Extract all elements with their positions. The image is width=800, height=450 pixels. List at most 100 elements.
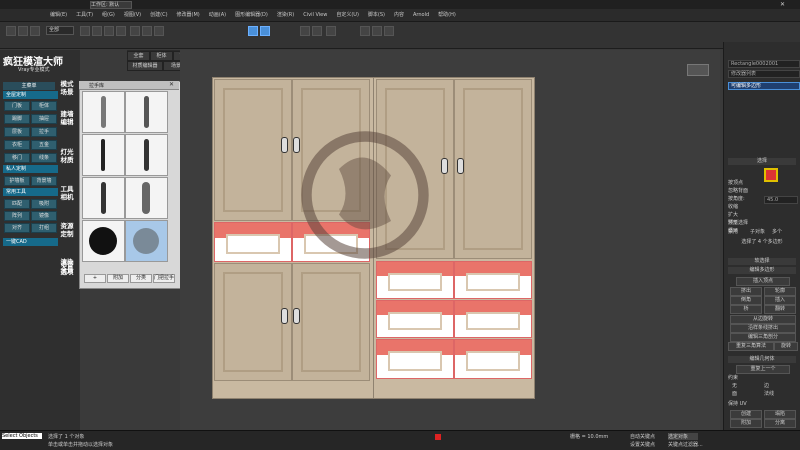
mirror-icon[interactable]	[300, 26, 310, 36]
library-close-icon[interactable]: ✕	[169, 81, 174, 88]
preserve-uv-checkbox[interactable]: 保持 UV	[728, 401, 796, 408]
common-tool-button[interactable]: 镜像	[31, 211, 57, 221]
library-footer-button[interactable]: 附加	[107, 274, 129, 283]
section-edit-geometry[interactable]: 编辑几何体	[728, 356, 796, 363]
render-icon[interactable]	[384, 26, 394, 36]
constraint-option[interactable]: 边	[764, 383, 794, 390]
full-custom-button[interactable]: 五金	[31, 140, 57, 150]
section-soft-select[interactable]: 软选择	[728, 258, 796, 265]
snap-toggle-icon[interactable]	[248, 26, 258, 36]
full-custom-button[interactable]: 拉手	[31, 127, 57, 137]
handle-thumb-4[interactable]	[125, 134, 168, 176]
select-option[interactable]: 扩大	[728, 212, 796, 219]
edit-triangulation-button[interactable]: 编辑三角剖分	[730, 333, 796, 342]
modifier-stack-item[interactable]: 可编辑多边形	[728, 82, 800, 90]
private-custom-button[interactable]: 背景墙	[31, 176, 57, 186]
common-tool-button[interactable]: 匹配	[4, 199, 30, 209]
left-lower-door-2[interactable]	[292, 263, 370, 381]
constraint-option[interactable]: 面	[732, 391, 762, 398]
knob-thumb-1[interactable]	[82, 220, 125, 262]
selection-filter[interactable]: 全部	[46, 26, 74, 35]
constraint-option[interactable]: 法线	[764, 391, 794, 398]
workspace-select[interactable]: 工作区: 默认	[90, 1, 132, 9]
drawer-selected[interactable]	[454, 261, 532, 299]
select-option[interactable]: 按顶点	[728, 180, 796, 187]
set-key-button[interactable]: 设置关键点	[630, 441, 655, 448]
common-tool-button[interactable]: 吸附	[31, 199, 57, 209]
full-custom-button[interactable]: 踢脚	[4, 114, 30, 124]
menu-item[interactable]: 视图(V)	[124, 9, 141, 21]
library-footer-button[interactable]: 门把拉手	[153, 274, 175, 283]
full-custom-button[interactable]: 层板	[4, 127, 30, 137]
edit-poly-button[interactable]: 倒角	[730, 296, 762, 305]
full-custom-button[interactable]: 门板	[4, 101, 30, 111]
menu-item[interactable]: 图形编辑器(D)	[235, 9, 268, 21]
key-filters-button[interactable]: 关键点过滤器...	[668, 441, 703, 448]
redo-icon[interactable]	[18, 26, 28, 36]
edit-poly-button[interactable]: 翻转	[764, 305, 796, 314]
scale-icon[interactable]	[154, 26, 164, 36]
modifier-list-dropdown[interactable]: 修改器列表	[728, 70, 800, 78]
handle-thumb-1[interactable]	[82, 91, 125, 133]
knob-thumb-2-selected[interactable]	[125, 220, 168, 262]
vertical-tab[interactable]: 语音选项	[58, 260, 76, 276]
select-icon[interactable]	[80, 26, 90, 36]
angle-snap-icon[interactable]	[260, 26, 270, 36]
object-name-field[interactable]: Rectangle0002001	[728, 60, 800, 68]
align-icon[interactable]	[312, 26, 322, 36]
handle-thumb-3[interactable]	[82, 134, 125, 176]
selected-object-dropdown[interactable]: 选定对象	[668, 433, 698, 440]
full-custom-button[interactable]: 线条	[31, 153, 57, 163]
link-icon[interactable]	[30, 26, 40, 36]
collapse-button[interactable]: 塌陷	[764, 410, 796, 419]
edit-poly-button[interactable]: 插入	[764, 296, 796, 305]
vertical-tab[interactable]: 模式场景	[58, 80, 76, 96]
section-main-menu[interactable]: 主菜单	[3, 82, 55, 90]
detach-button[interactable]: 分离	[764, 419, 796, 428]
preview-option[interactable]: 禁用	[728, 229, 750, 236]
select-option[interactable]: 忽略背面	[728, 188, 796, 195]
angle-value[interactable]: 45.0	[764, 196, 798, 204]
preview-option[interactable]: 多个	[772, 229, 794, 236]
viewcube-icon[interactable]	[687, 64, 709, 76]
ribbon-button[interactable]: 材质编辑器	[127, 61, 163, 71]
library-footer-button[interactable]: 分类	[130, 274, 152, 283]
section-private-custom[interactable]: 私人定制	[3, 165, 58, 173]
menu-item[interactable]: 组(G)	[102, 9, 115, 21]
menu-item[interactable]: Civil View	[303, 9, 327, 21]
hinge-button[interactable]: 从边旋转	[730, 315, 796, 324]
select-by-name-icon[interactable]	[92, 26, 102, 36]
attach-button[interactable]: 附加	[730, 419, 762, 428]
maxscript-listener[interactable]: Select Objects	[2, 433, 42, 439]
create-button[interactable]: 创建	[730, 410, 762, 419]
drawer-selected[interactable]	[376, 300, 454, 338]
menu-item[interactable]: Arnold	[413, 9, 429, 21]
common-tool-button[interactable]: 对齐	[4, 223, 30, 233]
menu-item[interactable]: 编辑(E)	[50, 9, 67, 21]
full-custom-button[interactable]: 柜体	[31, 101, 57, 111]
section-edit-poly[interactable]: 编辑多边形	[728, 267, 796, 274]
insert-vertex-button[interactable]: 插入顶点	[736, 277, 790, 286]
vertical-tab[interactable]: 工具相机	[58, 185, 76, 201]
menu-item[interactable]: 动画(A)	[209, 9, 226, 21]
ribbon-tab[interactable]: 全套	[127, 51, 150, 61]
drawer-selected[interactable]	[214, 222, 292, 262]
common-tool-button[interactable]: 阵列	[4, 211, 30, 221]
menu-item[interactable]: 创建(C)	[150, 9, 167, 21]
private-custom-button[interactable]: 护墙板	[4, 176, 30, 186]
library-footer-button[interactable]: +	[84, 274, 106, 283]
preview-option[interactable]: 子对象	[750, 229, 772, 236]
undo-icon[interactable]	[6, 26, 16, 36]
edit-poly-button[interactable]: 轮廓	[764, 287, 796, 296]
right-upper-door-2[interactable]	[454, 79, 532, 259]
vertical-tab[interactable]: 灯光材质	[58, 148, 76, 164]
drawer-selected[interactable]	[454, 300, 532, 338]
section-common-tools[interactable]: 常用工具	[3, 188, 58, 196]
turn-button[interactable]: 旋转	[774, 342, 798, 351]
handle-thumb-5[interactable]	[82, 177, 125, 219]
rect-select-icon[interactable]	[104, 26, 114, 36]
section-select[interactable]: 选择	[728, 158, 796, 165]
close-icon[interactable]: ✕	[780, 1, 785, 8]
menu-item[interactable]: 工具(T)	[76, 9, 93, 21]
select-option[interactable]: 收缩	[728, 204, 796, 211]
